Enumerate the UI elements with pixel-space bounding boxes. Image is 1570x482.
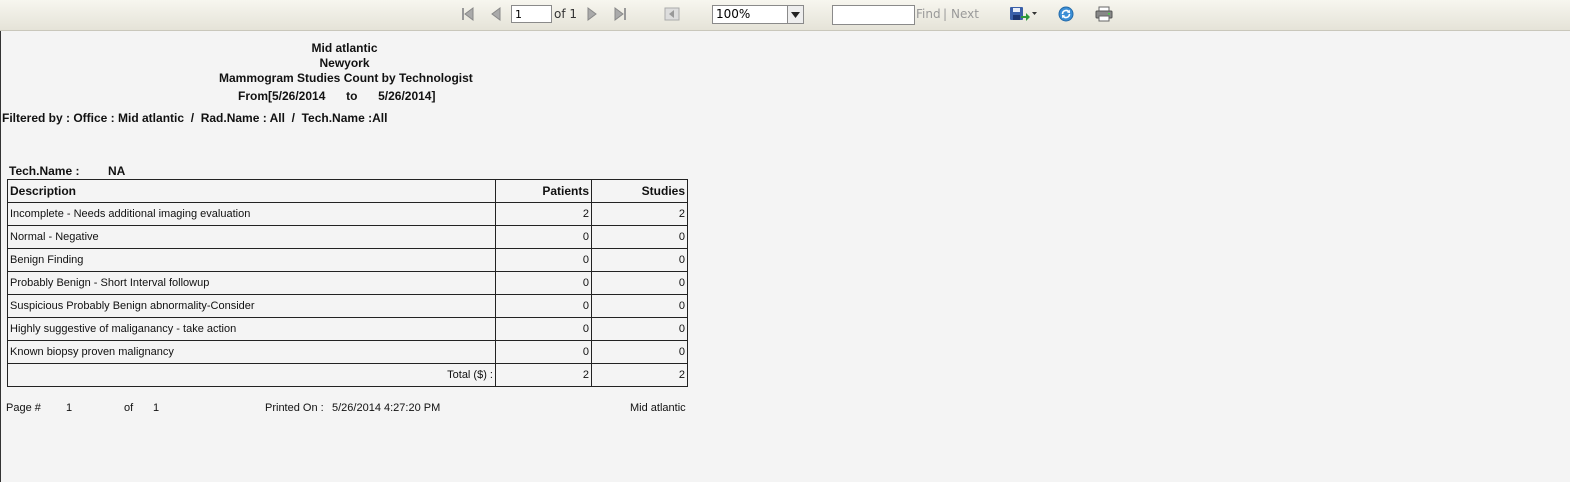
table-row: Highly suggestive of maliganancy - take … — [7, 317, 688, 341]
table-row: Known biopsy proven malignancy 0 0 — [7, 340, 688, 364]
footer-page-total: 1 — [153, 402, 160, 414]
cell-studies: 2 — [591, 202, 688, 226]
footer-printed-timestamp: 5/26/2014 4:27:20 PM — [332, 402, 441, 414]
cell-description: Normal - Negative — [7, 225, 496, 249]
chevron-down-icon[interactable] — [787, 6, 803, 23]
cell-description: Benign Finding — [7, 248, 496, 272]
table-total-row: Total ($) : 2 2 — [7, 363, 688, 387]
footer-office: Mid atlantic — [630, 402, 686, 414]
previous-page-icon[interactable] — [487, 5, 505, 23]
location-title: Newyork — [319, 56, 370, 70]
footer-page-label: Page # — [6, 402, 41, 414]
table-row: Normal - Negative 0 0 — [7, 225, 688, 249]
print-icon[interactable] — [1095, 5, 1113, 23]
table-row: Probably Benign - Short Interval followu… — [7, 271, 688, 295]
back-to-parent-icon[interactable] — [663, 5, 681, 23]
export-save-icon[interactable] — [1008, 5, 1038, 23]
cell-patients: 0 — [495, 225, 592, 249]
next-page-icon[interactable] — [583, 5, 601, 23]
find-next-link[interactable]: Next — [951, 5, 979, 23]
cell-description: Incomplete - Needs additional imaging ev… — [7, 202, 496, 226]
first-page-icon[interactable] — [459, 5, 477, 23]
total-studies: 2 — [591, 363, 688, 387]
date-from-value: [5/26/2014 — [268, 89, 326, 103]
find-link[interactable]: Find — [916, 5, 941, 23]
column-header-studies: Studies — [591, 179, 688, 203]
cell-studies: 0 — [591, 317, 688, 341]
table-body: Incomplete - Needs additional imaging ev… — [7, 202, 688, 364]
date-from-label: From — [238, 89, 268, 103]
cell-studies: 0 — [591, 248, 688, 272]
zoom-select[interactable]: 100% — [712, 5, 804, 24]
cell-studies: 0 — [591, 225, 688, 249]
filter-summary: Filtered by : Office : Mid atlantic / Ra… — [2, 111, 388, 125]
date-range: From[5/26/2014 to 5/26/2014] — [238, 89, 435, 103]
studies-table: Description Patients Studies Incomplete … — [7, 179, 688, 387]
total-patients: 2 — [495, 363, 592, 387]
cell-patients: 0 — [495, 271, 592, 295]
date-to-value: 5/26/2014] — [378, 89, 436, 103]
last-page-icon[interactable] — [611, 5, 629, 23]
total-label: Total ($) : — [7, 363, 496, 387]
report-viewer-area: Mid atlantic Newyork Mammogram Studies C… — [0, 31, 1570, 482]
cell-description: Highly suggestive of maliganancy - take … — [7, 317, 496, 341]
tech-name-label: Tech.Name : — [9, 164, 80, 178]
cell-studies: 0 — [591, 340, 688, 364]
cell-patients: 0 — [495, 294, 592, 318]
cell-studies: 0 — [591, 294, 688, 318]
report-title: Mammogram Studies Count by Technologist — [219, 71, 473, 85]
cell-description: Suspicious Probably Benign abnormality-C… — [7, 294, 496, 318]
page-count-label: of 1 — [554, 7, 578, 21]
find-text-input[interactable] — [832, 5, 915, 25]
page-number-input[interactable] — [511, 5, 552, 23]
footer-page-number: 1 — [66, 402, 73, 414]
table-row: Suspicious Probably Benign abnormality-C… — [7, 294, 688, 318]
find-separator: | — [943, 7, 948, 21]
table-header-row: Description Patients Studies — [7, 179, 688, 203]
report-toolbar: of 1 100% Find | Next — [0, 0, 1570, 31]
cell-patients: 0 — [495, 248, 592, 272]
table-row: Incomplete - Needs additional imaging ev… — [7, 202, 688, 226]
refresh-icon[interactable] — [1057, 5, 1075, 23]
footer-printed-label: Printed On : — [265, 402, 324, 414]
cell-patients: 0 — [495, 340, 592, 364]
cell-description: Known biopsy proven malignancy — [7, 340, 496, 364]
footer-of-label: of — [124, 402, 134, 414]
cell-patients: 0 — [495, 317, 592, 341]
column-header-patients: Patients — [495, 179, 592, 203]
date-to-label: to — [346, 89, 358, 103]
table-row: Benign Finding 0 0 — [7, 248, 688, 272]
tech-name-value: NA — [108, 164, 126, 178]
column-header-description: Description — [7, 179, 496, 203]
cell-description: Probably Benign - Short Interval followu… — [7, 271, 496, 295]
cell-patients: 2 — [495, 202, 592, 226]
office-title: Mid atlantic — [311, 41, 378, 55]
cell-studies: 0 — [591, 271, 688, 295]
